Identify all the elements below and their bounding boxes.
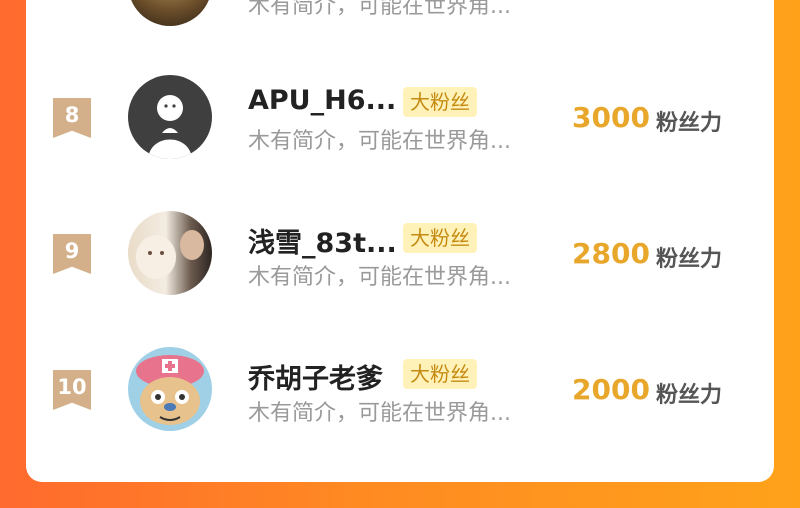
avatar-default-icon bbox=[128, 75, 212, 159]
fan-power-score: 2000 bbox=[572, 373, 650, 406]
user-name[interactable]: 浅雪_83t... bbox=[248, 221, 397, 260]
fan-power-score: 3000 bbox=[572, 101, 650, 134]
bio-text: 木有简介，可能在世界角... bbox=[248, 401, 511, 426]
rank-ribbon: 9 bbox=[53, 234, 91, 274]
avatar-photo bbox=[128, 211, 212, 295]
avatar-cartoon bbox=[128, 347, 212, 431]
list-item[interactable]: 8 APU_H6... 大粉丝 木有简介，可能在世界角... 3000 粉丝力 bbox=[26, 65, 774, 165]
rank-ribbon: 8 bbox=[53, 98, 91, 138]
user-name[interactable]: 乔胡子老爹 bbox=[248, 357, 383, 396]
fan-level-badge: 大粉丝 bbox=[403, 359, 477, 389]
rank-ribbon: 10 bbox=[53, 370, 91, 410]
fan-power-unit: 粉丝力 bbox=[656, 247, 723, 272]
bio-text: 木有简介，可能在世界角... bbox=[248, 129, 511, 154]
fan-level-badge: 大粉丝 bbox=[403, 87, 477, 117]
list-item-partial[interactable]: 木有简介，可能在世界角... bbox=[26, 0, 774, 60]
avatar bbox=[128, 0, 212, 26]
list-item[interactable]: 9 浅雪_83t... 大粉丝 木有简介，可能在世界角... 2800 粉丝力 bbox=[26, 201, 774, 301]
fan-ranking-card: 木有简介，可能在世界角... 8 APU_H6... 大粉丝 木有简介，可能在世… bbox=[26, 0, 774, 482]
fan-level-badge: 大粉丝 bbox=[403, 223, 477, 253]
fan-power-unit: 粉丝力 bbox=[656, 111, 723, 136]
fan-power-score: 2800 bbox=[572, 237, 650, 270]
bio-text: 木有简介，可能在世界角... bbox=[248, 265, 511, 290]
list-item[interactable]: 10 乔胡子老爹 大粉丝 木有简介，可能在世界角... 2000 粉丝力 bbox=[26, 337, 774, 437]
fan-power-unit: 粉丝力 bbox=[656, 383, 723, 408]
user-name[interactable]: APU_H6... bbox=[248, 85, 396, 116]
bio-text: 木有简介，可能在世界角... bbox=[248, 0, 511, 19]
